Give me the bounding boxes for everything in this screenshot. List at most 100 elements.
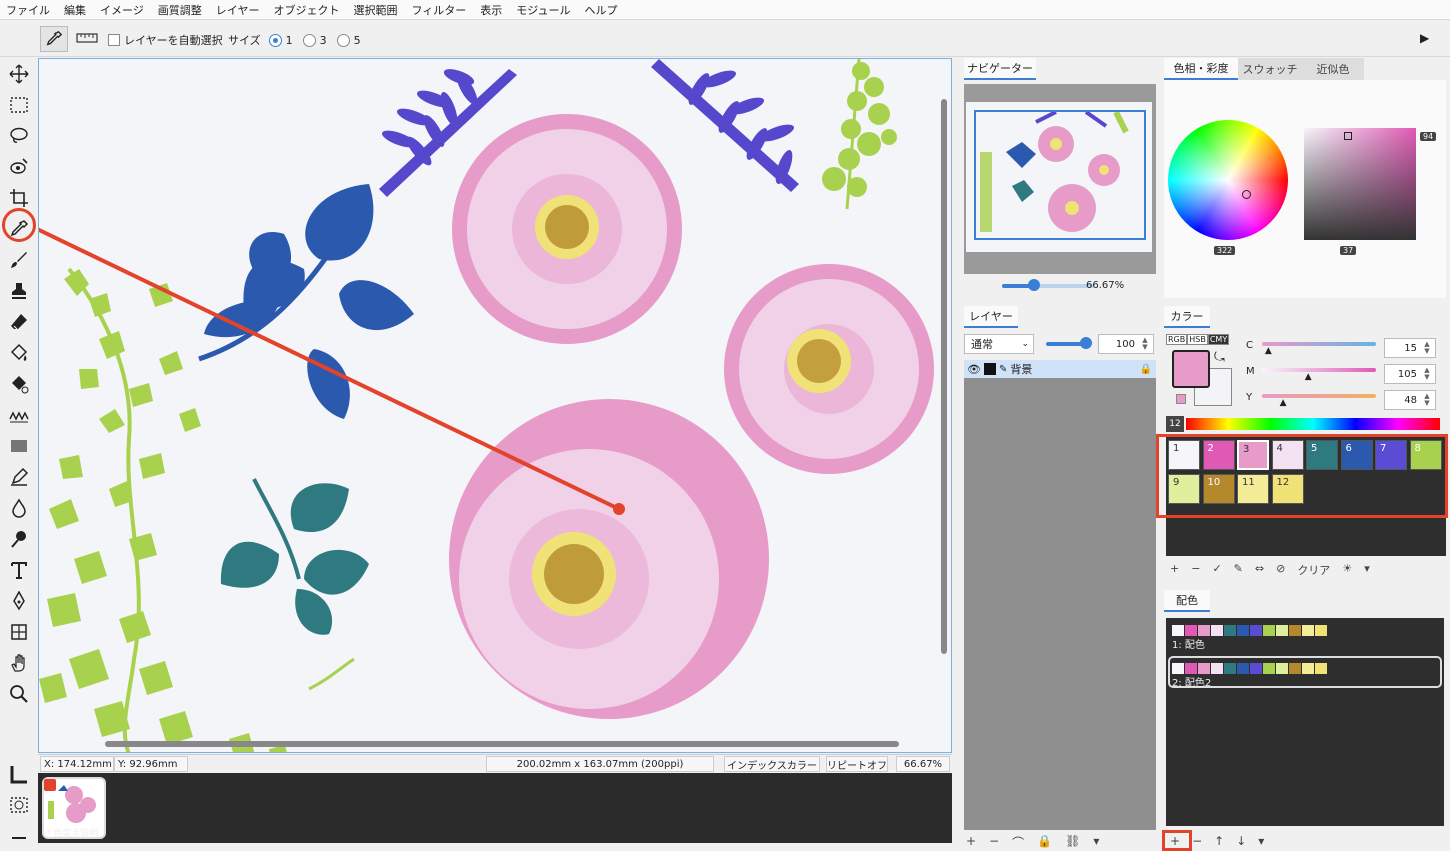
dodge-tool-icon[interactable] (7, 527, 31, 551)
document-thumbnail[interactable]: * 色変え説明 (42, 777, 106, 839)
channel-c-thumb[interactable]: ▲ (1265, 346, 1272, 356)
lasso-tool-icon[interactable] (7, 124, 31, 148)
swap-color-button[interactable]: ⇔ (1255, 562, 1264, 578)
eraser-tool-icon[interactable] (7, 310, 31, 334)
opacity-slider[interactable] (1080, 337, 1092, 349)
menu-item-8[interactable]: 表示 (480, 2, 502, 18)
pen-edit-tool-icon[interactable] (7, 465, 31, 489)
clear-button[interactable]: クリア (1297, 562, 1330, 578)
transform-tool-icon[interactable] (7, 620, 31, 644)
tab-swatch[interactable]: スウォッチ (1238, 58, 1302, 80)
layer-lock-button[interactable]: 🔒 (1037, 834, 1052, 851)
layer-effect-button[interactable]: ⌒ (1012, 834, 1024, 851)
add-color-button[interactable]: + (1170, 562, 1179, 578)
menu-item-9[interactable]: モジュール (516, 2, 570, 18)
zoom-tool-icon[interactable] (7, 682, 31, 706)
add-layer-button[interactable]: + (966, 834, 976, 851)
hue-picker[interactable] (1242, 190, 1251, 199)
ruler-tool-icon[interactable] (7, 762, 31, 786)
channel-c-track[interactable] (1262, 342, 1376, 346)
tab-color[interactable]: カラー (1164, 306, 1210, 328)
brightness-button[interactable]: ☀ (1342, 562, 1352, 578)
canvas[interactable] (38, 58, 952, 753)
tab-hue-sat[interactable]: 色相・彩度 (1164, 58, 1238, 80)
eyedropper-option-icon[interactable] (40, 26, 68, 52)
apply-color-button[interactable]: ✓ (1212, 562, 1221, 578)
channel-y-thumb[interactable]: ▲ (1280, 398, 1287, 408)
channel-m-field[interactable]: 105 ▲ ▼ (1384, 364, 1436, 384)
panel-toggle-arrow-icon[interactable]: ▶ (1420, 31, 1429, 45)
hand-tool-icon[interactable] (7, 651, 31, 675)
menu-item-1[interactable]: 編集 (64, 2, 86, 18)
tab-scheme[interactable]: 配色 (1164, 590, 1210, 612)
tab-similar-color[interactable]: 近似色 (1302, 58, 1364, 80)
size-radio-5[interactable] (336, 33, 350, 47)
size-radio-3[interactable] (302, 33, 316, 47)
crop-tool-icon[interactable] (7, 186, 31, 210)
move-tool-icon[interactable] (7, 62, 31, 86)
layer-link-button[interactable]: ⛓ (1065, 834, 1080, 851)
opacity-field[interactable]: 100 ▲ ▼ (1098, 334, 1154, 354)
channel-m-thumb[interactable]: ▲ (1305, 372, 1312, 382)
fill-tool-icon[interactable] (7, 341, 31, 365)
menu-item-6[interactable]: 選択範囲 (353, 2, 397, 18)
stamp-tool-icon[interactable] (7, 279, 31, 303)
foreground-color-chip[interactable] (1172, 350, 1210, 388)
remove-color-button[interactable]: − (1191, 562, 1200, 578)
mode-hsb[interactable]: HSB (1187, 334, 1208, 345)
menu-item-5[interactable]: オブジェクト (273, 2, 339, 18)
sat-bright-square[interactable] (1304, 128, 1416, 240)
navigator-zoom-slider[interactable] (1028, 279, 1041, 291)
menu-item-4[interactable]: レイヤー (216, 2, 260, 18)
channel-y-field[interactable]: 48 ▲ ▼ (1384, 390, 1436, 410)
text-tool-icon[interactable] (7, 558, 31, 582)
rect-select-tool-icon[interactable] (7, 93, 31, 117)
size-radio-1[interactable] (268, 33, 282, 47)
color-mode-button[interactable]: インデックスカラー (724, 756, 820, 772)
spin-icon[interactable]: ▲ ▼ (1421, 393, 1433, 407)
lock-icon[interactable]: 🔒 (1140, 364, 1152, 375)
channel-c-field[interactable]: 15 ▲ ▼ (1384, 338, 1436, 358)
magic-select-tool-icon[interactable] (7, 155, 31, 179)
delete-layer-button[interactable]: − (989, 834, 999, 851)
ruler-icon[interactable] (76, 31, 98, 48)
spin-icon[interactable]: ▲ ▼ (1421, 367, 1433, 381)
scheme-row-2[interactable]: 2: 配色2 (1168, 656, 1442, 689)
channel-m-track[interactable] (1262, 368, 1376, 372)
shape-tool-icon[interactable] (7, 434, 31, 458)
menu-item-0[interactable]: ファイル (6, 2, 50, 18)
drop-tool-icon[interactable] (7, 496, 31, 520)
layer-row[interactable]: 👁 ✎ 背景 🔒 (964, 360, 1156, 378)
hue-wheel[interactable] (1168, 120, 1288, 240)
swap-colors-icon[interactable]: ⤿ (1214, 350, 1225, 365)
quick-mask-icon[interactable] (7, 793, 31, 817)
wave-tool-icon[interactable] (7, 403, 31, 427)
minimize-icon[interactable] (7, 826, 31, 850)
brush-tool-icon[interactable] (7, 248, 31, 272)
delete-scheme-button[interactable]: − (1192, 834, 1202, 848)
auto-select-checkbox[interactable] (108, 34, 120, 46)
tab-navigator[interactable]: ナビゲーター (964, 58, 1036, 80)
gradient-fill-tool-icon[interactable] (7, 372, 31, 396)
edit-color-button[interactable]: ✎ (1234, 562, 1243, 578)
spin-icon[interactable]: ▲ ▼ (1421, 341, 1433, 355)
menu-item-3[interactable]: 画質調整 (158, 2, 202, 18)
mode-cmy[interactable]: CMY (1207, 334, 1230, 345)
scheme-menu-button[interactable]: ▾ (1258, 834, 1264, 848)
mode-rgb[interactable]: RGB (1166, 334, 1188, 345)
spin-icon[interactable]: ▲ ▼ (1139, 337, 1151, 351)
palette-menu-button[interactable]: ▾ (1364, 562, 1370, 578)
menu-item-7[interactable]: フィルター (411, 2, 466, 18)
menu-item-10[interactable]: ヘルプ (584, 2, 617, 18)
reset-colors-icon[interactable] (1176, 394, 1186, 404)
repeat-button[interactable]: リピートオフ (826, 756, 888, 772)
spectrum-bar[interactable] (1186, 418, 1440, 430)
tab-layers[interactable]: レイヤー (964, 306, 1018, 328)
layer-menu-button[interactable]: ▾ (1093, 834, 1099, 851)
pen-tool-icon[interactable] (7, 589, 31, 613)
navigator-preview[interactable] (964, 84, 1156, 274)
move-scheme-down-button[interactable]: ↓ (1236, 834, 1246, 848)
scheme-row-1[interactable]: 1: 配色 (1168, 620, 1442, 652)
disable-color-button[interactable]: ⊘ (1276, 562, 1285, 578)
navigator-view-rect[interactable] (974, 110, 1146, 240)
